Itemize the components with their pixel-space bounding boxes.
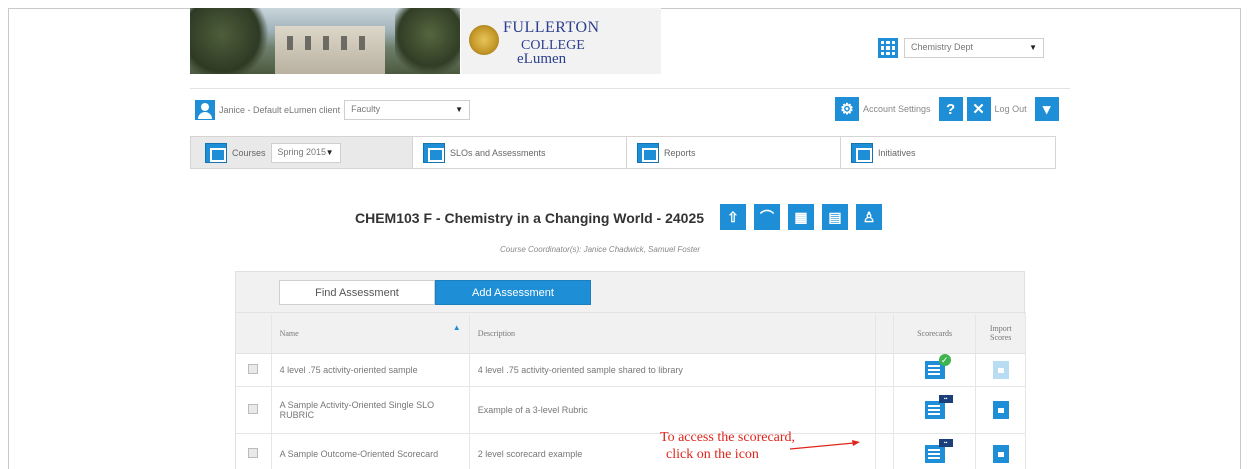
- user-bar: Janice - Default eLumen client Faculty ▼: [195, 100, 471, 120]
- assessment-name[interactable]: 4 level .75 activity-oriented sample: [271, 353, 470, 387]
- chart-icon[interactable]: ▦: [788, 204, 814, 230]
- table-row: A Sample Outcome-Oriented Scorecard 2 le…: [236, 433, 1026, 469]
- description-column-header: Description: [469, 314, 877, 354]
- row-checkbox[interactable]: [248, 448, 259, 458]
- gears-icon[interactable]: ⚙: [835, 97, 859, 121]
- department-selector[interactable]: Chemistry Dept ▼: [878, 38, 1044, 58]
- chevron-down-icon: ▼: [455, 105, 464, 114]
- scorecard-icon[interactable]: ▪▪: [924, 394, 953, 419]
- scorecard-icon[interactable]: ▪▪: [924, 439, 953, 463]
- assessment-description: Example of a 3-level Rubric: [469, 386, 877, 434]
- nav-initiatives[interactable]: Initiatives: [841, 137, 1055, 168]
- course-coordinators: Course Coordinator(s): Janice Chadwick, …: [500, 245, 701, 254]
- table-row: A Sample Activity-Oriented Single SLO RU…: [236, 386, 1026, 434]
- folder-icon[interactable]: ▤: [822, 204, 848, 230]
- user-tools: ⚙ Account Settings ? ✕ Log Out ▾: [835, 97, 1059, 121]
- scorecard-tag-icon: ▪▪: [938, 394, 953, 403]
- assessment-tabs: Find Assessment Add Assessment: [279, 280, 591, 305]
- upload-icon[interactable]: ⇧: [720, 204, 746, 230]
- chevron-down-icon: ▼: [325, 147, 334, 157]
- college-logo: FULLERTON COLLEGE eLumen: [461, 8, 661, 74]
- chevron-down-icon: ▼: [1029, 43, 1037, 52]
- name-column-header[interactable]: Name ▲: [271, 314, 470, 354]
- divider: [236, 312, 1026, 313]
- select-column-header: [236, 314, 272, 354]
- people-icon[interactable]: ♙: [856, 204, 882, 230]
- menu-icon[interactable]: ▾: [1034, 97, 1059, 121]
- assessment-name[interactable]: A Sample Outcome-Oriented Scorecard: [271, 433, 470, 469]
- nav-courses[interactable]: Courses Spring 2015 ▼: [191, 137, 413, 168]
- annotation-arrow-icon: [790, 440, 860, 450]
- scorecards-column-header: Scorecards: [893, 314, 977, 354]
- course-title: CHEM103 F - Chemistry in a Changing Worl…: [355, 210, 705, 226]
- user-name: Janice - Default eLumen client: [219, 105, 341, 115]
- spacer-column: [875, 314, 894, 354]
- reports-icon: [637, 142, 659, 163]
- logout-link[interactable]: Log Out: [995, 104, 1027, 114]
- nav-reports[interactable]: Reports: [627, 137, 841, 168]
- row-checkbox[interactable]: [248, 363, 259, 374]
- curve-icon[interactable]: ⌒: [754, 204, 780, 230]
- college-seal-icon: [469, 25, 499, 55]
- table-row: 4 level .75 activity-oriented sample 4 l…: [236, 353, 1026, 387]
- term-select[interactable]: Spring 2015 ▼: [270, 142, 341, 163]
- app: FULLERTON COLLEGE eLumen Chemistry Dept …: [190, 8, 1070, 469]
- check-icon: ✓: [938, 353, 951, 366]
- import-scores-icon[interactable]: [992, 445, 1009, 463]
- account-settings-link[interactable]: Account Settings: [863, 104, 931, 114]
- scorecard-tag-icon: ▪▪: [938, 439, 953, 447]
- help-icon[interactable]: ?: [938, 97, 963, 121]
- assessment-name[interactable]: A Sample Activity-Oriented Single SLO RU…: [271, 386, 470, 434]
- nav-slos-assessments[interactable]: SLOs and Assessments: [413, 137, 627, 168]
- course-actions: ⇧ ⌒ ▦ ▤ ♙: [720, 204, 882, 230]
- row-checkbox[interactable]: [248, 403, 259, 414]
- initiatives-icon: [851, 142, 873, 163]
- tab-add-assessment[interactable]: Add Assessment: [435, 280, 591, 305]
- main-nav: Courses Spring 2015 ▼ SLOs and Assessmen…: [190, 136, 1056, 169]
- scorecard-icon[interactable]: ✓: [924, 353, 951, 379]
- assessment-description: 4 level .75 activity-oriented sample sha…: [469, 353, 877, 387]
- assessment-table: Name ▲ Description Scorecards Import Sco…: [236, 314, 1026, 469]
- slos-icon: [423, 142, 445, 163]
- user-icon: [195, 100, 215, 120]
- courses-icon: [205, 142, 227, 163]
- department-select[interactable]: Chemistry Dept ▼: [904, 38, 1044, 58]
- logout-icon[interactable]: ✕: [966, 97, 991, 121]
- sort-up-icon[interactable]: ▲: [453, 323, 461, 332]
- tab-find-assessment[interactable]: Find Assessment: [279, 280, 435, 305]
- import-scores-column-header: Import Scores: [975, 314, 1026, 354]
- assessment-panel: Find Assessment Add Assessment Name ▲ De…: [235, 271, 1026, 469]
- import-scores-icon: [992, 360, 1009, 379]
- import-scores-icon[interactable]: [992, 400, 1009, 419]
- campus-photo: [190, 8, 460, 74]
- annotation-text: To access the scorecard, click on the ic…: [660, 430, 796, 462]
- role-select[interactable]: Faculty ▼: [344, 100, 471, 120]
- divider: [190, 88, 1070, 89]
- grid-icon: [878, 38, 898, 58]
